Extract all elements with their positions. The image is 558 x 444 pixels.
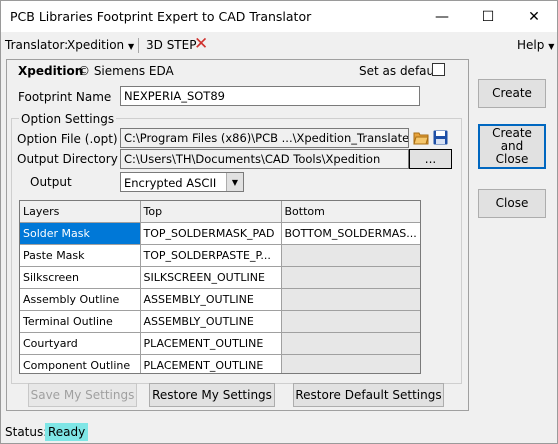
bottom-layer-cell[interactable] [281,310,420,333]
status-badge: Ready [45,423,89,441]
table-row[interactable]: Courtyard PLACEMENT_OUTLINE [20,332,420,355]
top-layer-cell[interactable]: ASSEMBLY_OUTLINE [140,288,282,311]
top-layer-cell[interactable]: TOP_SOLDERPASTE_P... [140,244,282,267]
toolbar: Translator: Xpedition ▼ 3D STEP ✕ Help ▼ [1,32,557,58]
create-button[interactable]: Create [478,79,546,108]
layer-name-cell[interactable]: Courtyard [20,332,141,355]
grid-header-top: Top [140,201,282,223]
layer-name-cell[interactable]: Assembly Outline [20,288,141,311]
chevron-down-icon: ▼ [226,173,243,191]
top-layer-cell[interactable]: SILKSCREEN_OUTLINE [140,266,282,289]
bottom-layer-cell[interactable] [281,332,420,355]
app-window: PCB Libraries Footprint Expert to CAD Tr… [0,0,558,444]
top-layer-cell[interactable]: TOP_SOLDERMASK_PAD [140,222,282,245]
browse-button[interactable]: ... [409,149,452,169]
save-settings-button[interactable]: Save My Settings [28,383,137,407]
maximize-button[interactable]: ☐ [465,1,511,32]
translator-dropdown[interactable]: Xpedition ▼ [67,38,134,52]
footprint-name-label: Footprint Name [18,90,112,104]
top-layer-cell[interactable]: PLACEMENT_OUTLINE [140,332,282,355]
window-title: PCB Libraries Footprint Expert to CAD Tr… [10,9,312,24]
vendor-label: © Siemens EDA [78,64,174,78]
output-select-value: Encrypted ASCII [124,176,217,190]
minimize-button[interactable]: — [419,1,465,32]
chevron-down-icon: ▼ [548,42,555,51]
brand-label: Xpedition [18,64,84,78]
restore-default-button[interactable]: Restore Default Settings [293,383,444,407]
set-default-checkbox[interactable] [432,63,445,76]
option-file-field[interactable]: C:\Program Files (x86)\PCB ...\Xpedition… [120,128,409,148]
create-and-close-button[interactable]: Create and Close [478,124,546,169]
top-layer-cell[interactable]: ASSEMBLY_OUTLINE [140,310,282,333]
help-menu[interactable]: Help ▼ [517,38,554,52]
folder-open-icon[interactable] [411,128,430,147]
bottom-layer-cell[interactable] [281,354,420,373]
table-row[interactable]: Silkscreen SILKSCREEN_OUTLINE [20,266,420,289]
footprint-name-field[interactable]: NEXPERIA_SOT89 [120,86,420,106]
layer-name-cell[interactable]: Component Outline [20,354,141,373]
layer-name-cell[interactable]: Solder Mask [20,222,141,245]
translator-value: Xpedition [67,38,125,52]
layer-name-cell[interactable]: Silkscreen [20,266,141,289]
output-directory-label: Output Directory [17,152,118,166]
table-row[interactable]: Terminal Outline ASSEMBLY_OUTLINE [20,310,420,333]
option-file-label: Option File (.opt) [17,132,118,146]
close-window-button[interactable]: ✕ [511,1,557,32]
bottom-layer-cell[interactable] [281,244,420,267]
table-row[interactable]: Paste Mask TOP_SOLDERPASTE_P... [20,244,420,267]
delete-icon[interactable]: ✕ [194,34,208,54]
status-bar: Status: Ready [1,420,557,443]
bottom-layer-cell[interactable]: BOTTOM_SOLDERMAS... [281,222,420,245]
layer-name-cell[interactable]: Paste Mask [20,244,141,267]
layer-name-cell[interactable]: Terminal Outline [20,310,141,333]
table-row[interactable]: Solder Mask TOP_SOLDERMASK_PAD BOTTOM_SO… [20,222,420,245]
grid-header-layers: Layers [20,201,141,223]
restore-settings-button[interactable]: Restore My Settings [149,383,275,407]
output-select[interactable]: Encrypted ASCII ▼ [120,172,244,192]
bottom-layer-cell[interactable] [281,288,420,311]
chevron-down-icon: ▼ [128,42,135,51]
bottom-layer-cell[interactable] [281,266,420,289]
layers-grid: Layers Top Bottom Solder Mask TOP_SOLDER… [19,200,421,374]
output-directory-field[interactable]: C:\Users\TH\Documents\CAD Tools\Xpeditio… [120,149,409,169]
table-row[interactable]: Component Outline PLACEMENT_OUTLINE [20,354,420,373]
close-button[interactable]: Close [478,189,546,218]
option-settings-label: Option Settings [19,112,117,126]
top-layer-cell[interactable]: PLACEMENT_OUTLINE [140,354,282,373]
save-icon[interactable] [431,128,450,147]
table-row[interactable]: Assembly Outline ASSEMBLY_OUTLINE [20,288,420,311]
step-button[interactable]: 3D STEP [146,38,196,52]
set-default-label: Set as default [359,64,443,78]
grid-header-row: Layers Top Bottom [20,201,420,223]
help-label: Help [517,38,545,52]
output-label: Output [30,175,72,189]
toolbar-divider [138,38,139,53]
grid-header-bottom: Bottom [281,201,420,223]
title-bar: PCB Libraries Footprint Expert to CAD Tr… [1,1,557,32]
status-label: Status: [5,425,48,439]
translator-label: Translator: [5,38,69,52]
